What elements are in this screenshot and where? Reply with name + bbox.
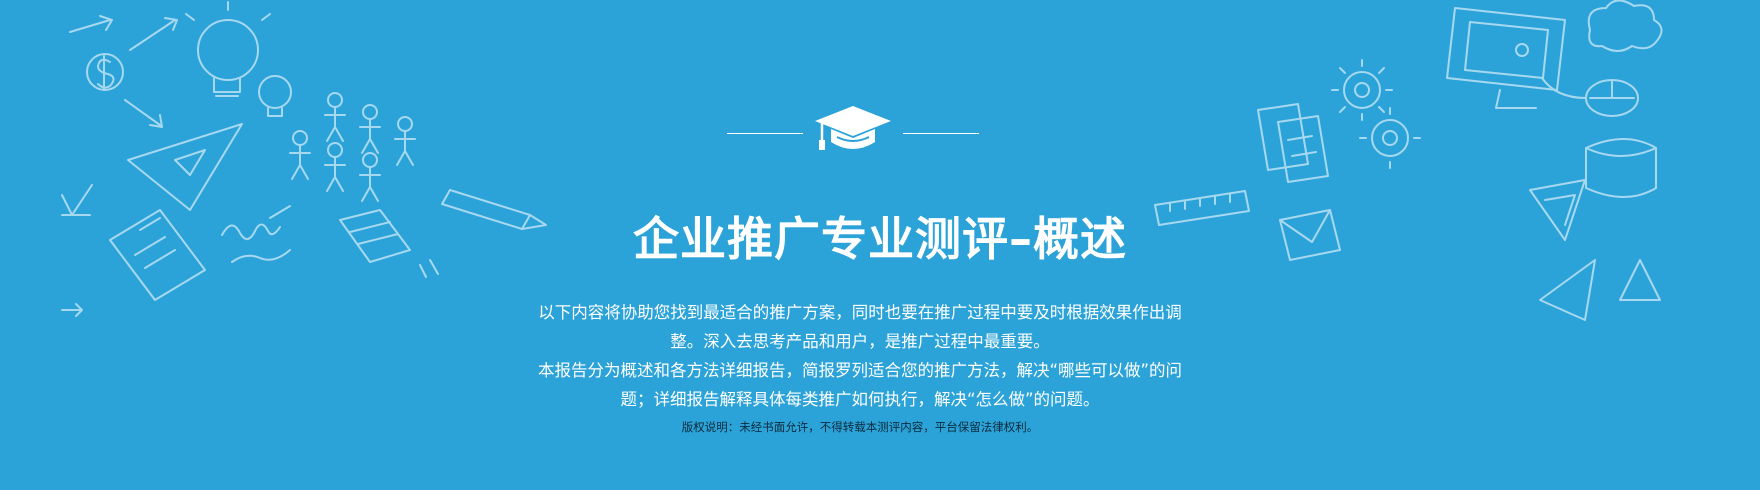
- ornament-line-right: [903, 133, 979, 134]
- overview-description: 以下内容将协助您找到最适合的推广方案，同时也要在推广过程中要及时根据效果作出调整…: [530, 298, 1190, 414]
- ornament-line-left: [727, 133, 803, 134]
- graduation-cap-icon: [815, 106, 891, 150]
- banner-content: 企业推广专业测评–概述 以下内容将协助您找到最适合的推广方案，同时也要在推广过程…: [0, 0, 1760, 490]
- description-paragraph: 以下内容将协助您找到最适合的推广方案，同时也要在推广过程中要及时根据效果作出调整…: [538, 303, 1182, 351]
- description-paragraph: 本报告分为概述和各方法详细报告，简报罗列适合您的推广方法，解决“哪些可以做”的问…: [537, 361, 1183, 409]
- page-title: 企业推广专业测评–概述: [633, 212, 1127, 266]
- overview-banner: 企业推广专业测评–概述 以下内容将协助您找到最适合的推广方案，同时也要在推广过程…: [0, 0, 1760, 490]
- copyright-notice: 版权说明：未经书面允许，不得转载本测评内容，平台保留法律权利。: [681, 420, 1039, 434]
- title-ornament: [727, 104, 979, 156]
